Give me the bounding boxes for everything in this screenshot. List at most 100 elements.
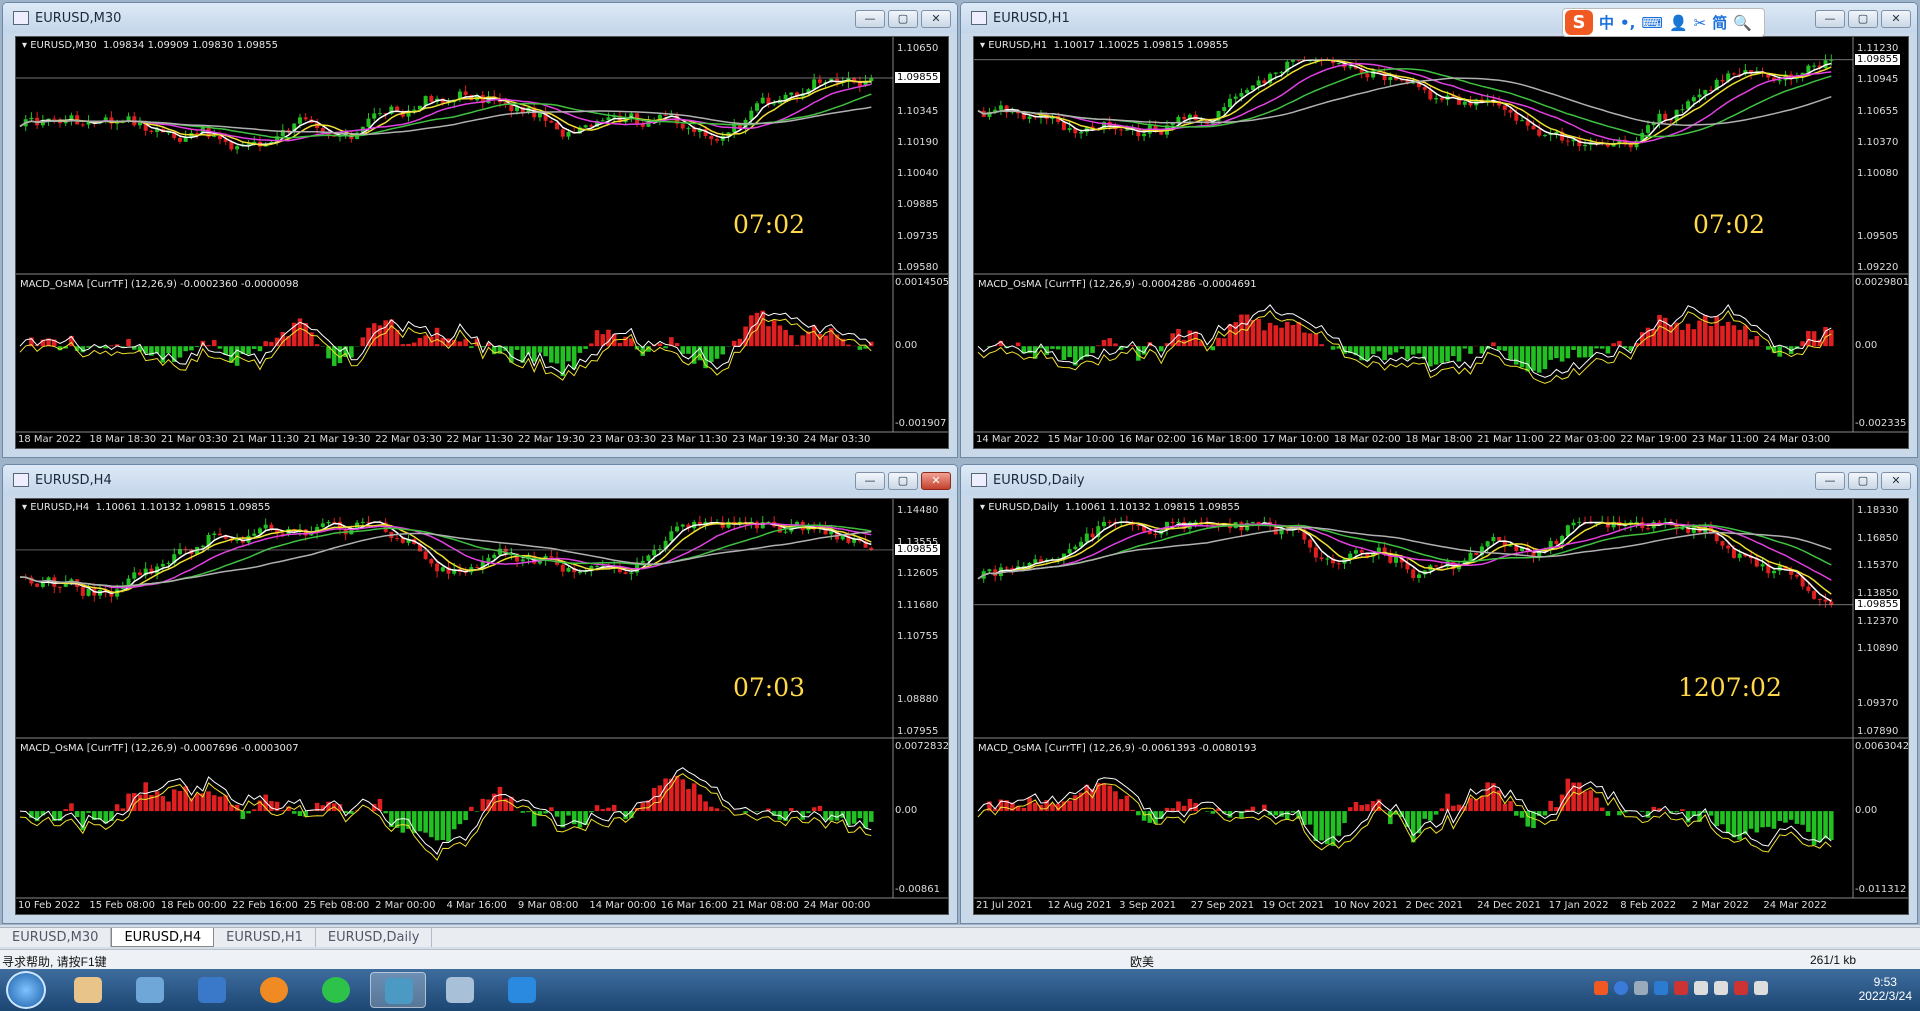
price-tick-label: 1.09885 bbox=[897, 199, 939, 211]
minimize-button[interactable]: — bbox=[855, 472, 885, 490]
macd-histogram-bar bbox=[1032, 802, 1038, 812]
price-chart[interactable]: ▾ EURUSD,Daily 1.10061 1.10132 1.09815 1… bbox=[973, 498, 1909, 915]
title-bar[interactable] bbox=[3, 465, 957, 495]
date-tick-label: 9 Mar 08:00 bbox=[517, 900, 579, 911]
date-tick-label: 17 Mar 10:00 bbox=[1262, 434, 1330, 445]
candle-body bbox=[1462, 101, 1467, 105]
candle-body bbox=[755, 521, 760, 529]
price-tick-label: 1.10040 bbox=[897, 168, 939, 180]
title-bar[interactable] bbox=[961, 3, 1917, 33]
macd-histogram-bar bbox=[783, 329, 788, 347]
taskbar-app-paint[interactable] bbox=[60, 972, 116, 1008]
chart-canvas[interactable] bbox=[16, 37, 948, 448]
taskbar-app-metatrader[interactable] bbox=[370, 972, 426, 1008]
tools-icon[interactable]: ✂ bbox=[1694, 14, 1707, 32]
help-tray-icon[interactable] bbox=[1614, 981, 1628, 995]
candle-body bbox=[1571, 522, 1576, 526]
sogou-logo-icon[interactable]: S bbox=[1565, 10, 1593, 35]
taskbar-app-browser[interactable] bbox=[246, 972, 302, 1008]
macd-histogram-bar bbox=[1823, 811, 1828, 839]
macd-histogram-bar bbox=[1216, 337, 1221, 347]
shield-icon[interactable] bbox=[1654, 981, 1668, 995]
candle-body bbox=[1434, 565, 1439, 567]
chart-canvas[interactable] bbox=[974, 499, 1908, 914]
macd-histogram-bar bbox=[211, 795, 217, 812]
tab-eurusd-h4[interactable]: EURUSD,H4 bbox=[111, 928, 215, 947]
macd-histogram-bar bbox=[1794, 811, 1800, 824]
macd-histogram-bar bbox=[583, 811, 588, 825]
taskbar-app-desktop[interactable] bbox=[184, 972, 240, 1008]
candle-body bbox=[675, 526, 680, 532]
chart-window-h4[interactable]: EURUSD,H4 — ▢ ✕ ▾ EURUSD,H4 1.10061 1.10… bbox=[2, 464, 958, 924]
keyboard-icon[interactable]: ⌨ bbox=[1641, 14, 1663, 32]
start-button[interactable] bbox=[6, 971, 46, 1009]
candle-body bbox=[1565, 525, 1570, 536]
taskbar-app-files[interactable] bbox=[432, 972, 488, 1008]
candle-body bbox=[1073, 546, 1078, 550]
title-bar[interactable] bbox=[961, 465, 1917, 495]
close-button[interactable]: ✕ bbox=[921, 10, 951, 28]
macd-histogram-bar bbox=[1439, 808, 1445, 812]
tab-eurusd-m30[interactable]: EURUSD,M30 bbox=[0, 928, 112, 947]
macd-histogram-bar bbox=[1439, 346, 1445, 364]
close-button[interactable]: ✕ bbox=[921, 472, 951, 490]
chart-window-m30[interactable]: EURUSD,M30 — ▢ ✕ ▾ EURUSD,M30 1.09834 1.… bbox=[2, 2, 958, 458]
candle-body bbox=[200, 545, 205, 547]
price-tick-label: 1.10345 bbox=[897, 105, 939, 117]
macd-histogram-bar bbox=[1708, 325, 1714, 347]
taskbar-app-gallery[interactable] bbox=[122, 972, 178, 1008]
security-icon[interactable] bbox=[1734, 981, 1748, 995]
chart-canvas[interactable] bbox=[974, 37, 1908, 448]
macd-histogram-bar bbox=[571, 811, 577, 825]
minimize-button[interactable]: — bbox=[1815, 10, 1845, 28]
network-icon[interactable] bbox=[1714, 981, 1728, 995]
user-icon[interactable]: 👤 bbox=[1669, 14, 1688, 32]
simplified-toggle[interactable]: 简 bbox=[1712, 12, 1727, 33]
clock[interactable]: 9:53 2022/3/24 bbox=[1859, 971, 1912, 1003]
date-tick-label: 3 Sep 2021 bbox=[1119, 900, 1177, 911]
macd-histogram-bar bbox=[114, 804, 120, 812]
price-chart[interactable]: ▾ EURUSD,M30 1.09834 1.09909 1.09830 1.0… bbox=[15, 36, 949, 449]
date-tick-label: 22 Mar 03:00 bbox=[1548, 434, 1616, 445]
date-tick-label: 2 Dec 2021 bbox=[1405, 900, 1464, 911]
chart-window-h1[interactable]: EURUSD,H1 — ▢ ✕ ▾ EURUSD,H1 1.10017 1.10… bbox=[960, 2, 1918, 458]
close-button[interactable]: ✕ bbox=[1881, 10, 1911, 28]
maximize-button[interactable]: ▢ bbox=[1848, 10, 1878, 28]
candle-body bbox=[1812, 65, 1817, 67]
taskbar-app-wechat[interactable] bbox=[308, 972, 364, 1008]
taskbar-app-notes[interactable] bbox=[494, 972, 550, 1008]
tab-eurusd-h1[interactable]: EURUSD,H1 bbox=[214, 928, 316, 947]
price-chart[interactable]: ▾ EURUSD,H1 1.10017 1.10025 1.09815 1.09… bbox=[973, 36, 1909, 449]
date-tick-label: 27 Sep 2021 bbox=[1190, 900, 1255, 911]
antivirus-icon[interactable] bbox=[1674, 981, 1688, 995]
macd-histogram-bar bbox=[257, 346, 263, 352]
search-icon[interactable]: 🔍 bbox=[1733, 14, 1752, 32]
chart-canvas[interactable] bbox=[16, 499, 948, 914]
chart-window-daily[interactable]: EURUSD,Daily — ▢ ✕ ▾ EURUSD,Daily 1.1006… bbox=[960, 464, 1918, 924]
title-bar[interactable] bbox=[3, 3, 957, 33]
signal-icon[interactable] bbox=[1754, 981, 1768, 995]
volume-icon[interactable] bbox=[1694, 981, 1708, 995]
minimize-button[interactable]: — bbox=[855, 10, 885, 28]
flag-tray-icon[interactable] bbox=[1634, 981, 1648, 995]
price-chart[interactable]: ▾ EURUSD,H4 1.10061 1.10132 1.09815 1.09… bbox=[15, 498, 949, 915]
candle-body bbox=[1646, 528, 1651, 530]
maximize-button[interactable]: ▢ bbox=[1848, 472, 1878, 490]
chinese-mode-toggle[interactable]: 中 bbox=[1599, 12, 1614, 33]
price-tick-label: 1.09735 bbox=[897, 230, 939, 242]
candle-body bbox=[1646, 125, 1651, 133]
minimize-button[interactable]: — bbox=[1815, 472, 1845, 490]
maximize-button[interactable]: ▢ bbox=[888, 10, 918, 28]
macd-histogram-bar bbox=[1748, 811, 1754, 829]
tab-eurusd-daily[interactable]: EURUSD,Daily bbox=[316, 928, 433, 947]
macd-histogram-bar bbox=[177, 790, 183, 812]
ime-toolbar[interactable]: S 中 •, ⌨ 👤 ✂ 简 🔍 bbox=[1562, 8, 1765, 37]
maximize-button[interactable]: ▢ bbox=[888, 472, 918, 490]
close-button[interactable]: ✕ bbox=[1881, 472, 1911, 490]
macd-histogram-bar bbox=[1405, 346, 1410, 360]
macd-histogram-bar bbox=[63, 809, 68, 812]
candle-body bbox=[486, 557, 491, 562]
punctuation-toggle[interactable]: •, bbox=[1620, 14, 1635, 32]
ime-tray-icon[interactable] bbox=[1594, 981, 1608, 995]
macd-histogram-bar bbox=[171, 789, 177, 812]
